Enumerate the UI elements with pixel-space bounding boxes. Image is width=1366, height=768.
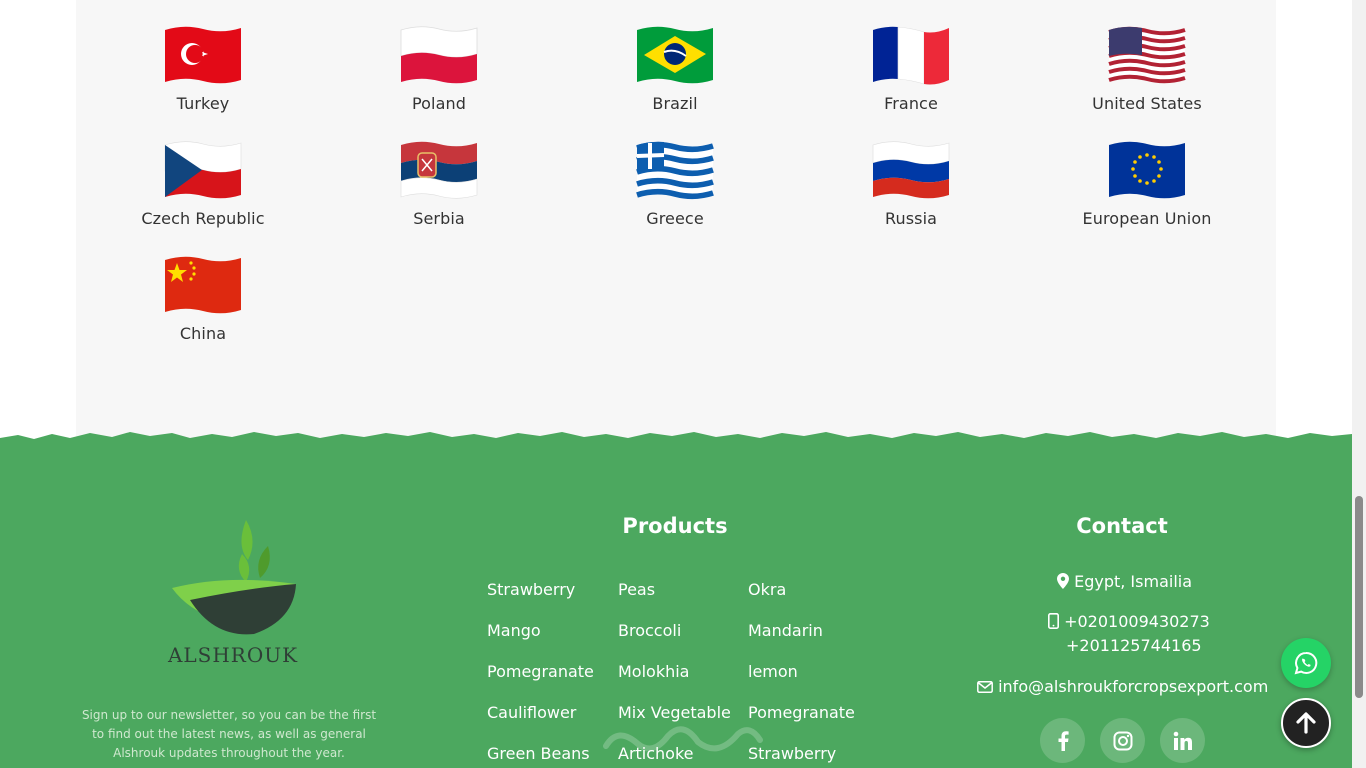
phone-1-text: +0201009430273	[1064, 612, 1210, 631]
envelope-icon	[977, 681, 993, 693]
country-name: Poland	[411, 94, 466, 113]
brazil-flag-icon	[637, 26, 713, 84]
newsletter-text: Sign up to our newsletter, so you can be…	[81, 708, 377, 760]
export-countries-panel: Turkey Poland Brazil France United State…	[76, 0, 1276, 440]
product-link[interactable]: lemon	[748, 662, 798, 681]
contact-address: Egypt, Ismailia	[1057, 572, 1192, 591]
country-name: Greece	[646, 209, 704, 228]
country-name: Czech Republic	[141, 209, 265, 228]
country-china: China	[85, 254, 321, 343]
poland-flag-icon	[400, 26, 478, 84]
greece-flag-icon	[636, 141, 714, 200]
turkey-flag-icon	[165, 26, 241, 84]
arrow-up-icon	[1296, 712, 1316, 734]
country-european-union: European Union	[1029, 139, 1265, 228]
contact-phone-1[interactable]: +0201009430273	[1048, 612, 1210, 631]
contact-phone-2[interactable]: +201125744165	[1066, 636, 1202, 655]
email-text: info@alshroukforcropsexport.com	[998, 677, 1269, 696]
site-footer: ALSHROUK Sign up to our newsletter, so y…	[0, 430, 1352, 768]
country-name: China	[179, 324, 227, 343]
france-flag-icon	[873, 26, 949, 85]
eu-flag-icon	[1109, 141, 1185, 199]
product-link[interactable]: Mango	[487, 621, 541, 640]
page: Turkey Poland Brazil France United State…	[0, 0, 1366, 768]
page-scrollbar[interactable]	[1352, 0, 1366, 768]
country-name: Brazil	[652, 94, 698, 113]
facebook-icon	[1058, 730, 1069, 751]
product-link[interactable]: Pomegranate	[487, 662, 594, 681]
country-name: European Union	[1082, 209, 1212, 228]
country-serbia: Serbia	[321, 139, 557, 228]
country-name: United States	[1092, 94, 1202, 113]
phone-2-text: +201125744165	[1066, 636, 1202, 655]
country-france: France	[793, 24, 1029, 113]
product-link[interactable]: Cauliflower	[487, 703, 576, 722]
product-link[interactable]: Molokhia	[618, 662, 689, 681]
china-flag-icon	[165, 256, 241, 314]
whatsapp-chat-button[interactable]	[1281, 638, 1331, 688]
facebook-button[interactable]	[1040, 718, 1085, 763]
alshrouk-logo: ALSHROUK	[167, 520, 298, 666]
watermark-logo	[603, 726, 763, 752]
instagram-icon	[1113, 731, 1132, 750]
country-russia: Russia	[793, 139, 1029, 228]
product-link[interactable]: Okra	[748, 580, 786, 599]
mobile-phone-icon	[1048, 613, 1059, 629]
usa-flag-icon	[1108, 26, 1186, 84]
russia-flag-icon	[872, 141, 950, 199]
country-poland: Poland	[321, 24, 557, 113]
country-turkey: Turkey	[85, 24, 321, 113]
map-pin-icon	[1057, 573, 1069, 589]
products-heading: Products	[622, 514, 728, 538]
product-link[interactable]: Strawberry	[487, 580, 575, 599]
czech-flag-icon	[164, 141, 242, 199]
country-name: France	[884, 94, 938, 113]
product-link[interactable]: Green Beans	[487, 744, 590, 763]
country-brazil: Brazil	[557, 24, 793, 113]
contact-heading: Contact	[1076, 514, 1168, 538]
scroll-to-top-button[interactable]	[1281, 698, 1331, 748]
linkedin-icon	[1173, 731, 1192, 750]
address-text: Egypt, Ismailia	[1074, 572, 1193, 591]
logo-text: ALSHROUK	[167, 643, 298, 666]
serbia-flag-icon	[400, 141, 478, 199]
scrollbar-thumb[interactable]	[1355, 496, 1363, 698]
country-czech-republic: Czech Republic	[85, 139, 321, 228]
country-greece: Greece	[557, 139, 793, 228]
country-name: Turkey	[176, 94, 230, 113]
product-link[interactable]: Mandarin	[748, 621, 823, 640]
country-name: Russia	[884, 209, 938, 228]
whatsapp-icon	[1294, 651, 1318, 675]
contact-email[interactable]: info@alshroukforcropsexport.com	[977, 677, 1268, 696]
product-link[interactable]: Broccoli	[618, 621, 681, 640]
product-link[interactable]: Peas	[618, 580, 655, 599]
linkedin-button[interactable]	[1160, 718, 1205, 763]
instagram-button[interactable]	[1100, 718, 1145, 763]
country-united-states: United States	[1029, 24, 1265, 113]
country-name: Serbia	[413, 209, 465, 228]
